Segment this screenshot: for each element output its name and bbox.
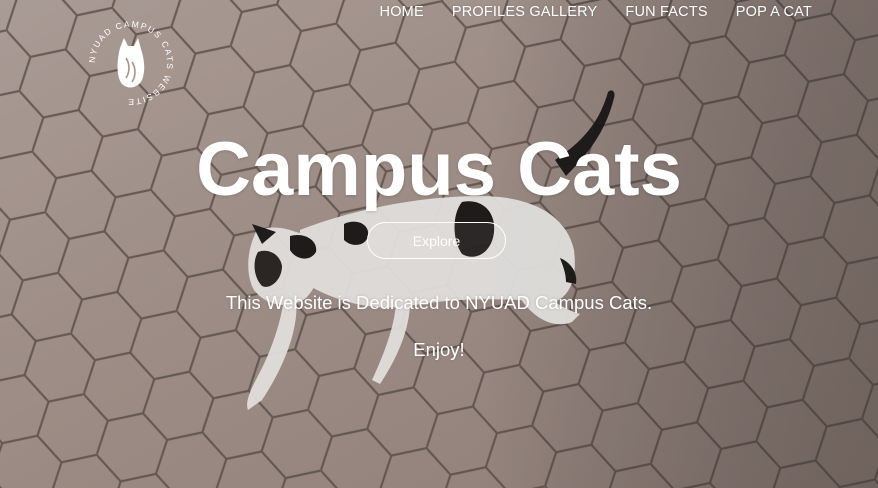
site-logo[interactable]: NYUAD CAMPUS CATS WEBSITE [86, 18, 176, 108]
enjoy-text: Enjoy! [413, 339, 465, 360]
nav-item-fun-facts[interactable]: FUN FACTS [625, 4, 707, 22]
dedication-text: This Website is Dedicated to NYUAD Campu… [225, 292, 653, 313]
nav-item-home[interactable]: HOME [380, 4, 424, 22]
cat-silhouette-icon [117, 38, 145, 88]
hero-section: NYUAD CAMPUS CATS WEBSITE HOME PROFILES … [0, 0, 878, 488]
nav-item-pop-a-cat[interactable]: POP A CAT [736, 4, 812, 22]
nav-item-profiles-gallery[interactable]: PROFILES GALLERY [452, 4, 598, 22]
page-title: Campus Cats [196, 127, 682, 212]
top-navigation: HOME PROFILES GALLERY FUN FACTS POP A CA… [380, 4, 812, 22]
explore-button[interactable]: Explore [367, 222, 506, 259]
